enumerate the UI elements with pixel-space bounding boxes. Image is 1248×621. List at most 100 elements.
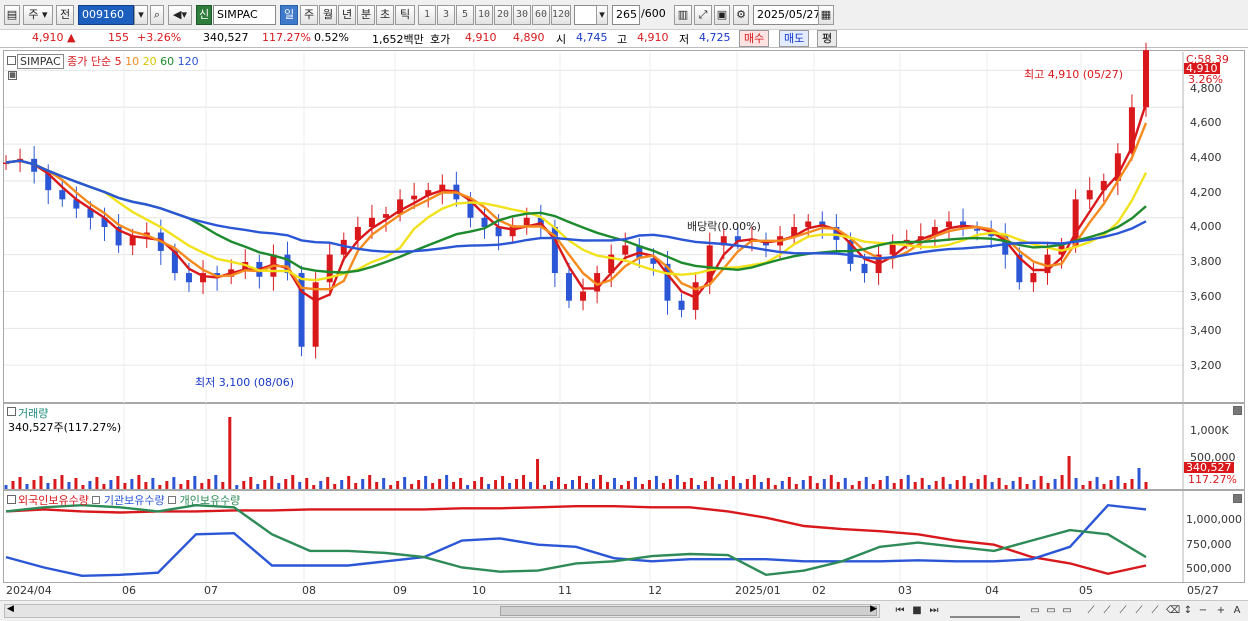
layout-1-icon[interactable]: ▭ bbox=[1028, 604, 1042, 618]
legend-stock-name[interactable]: SIMPAC bbox=[17, 54, 64, 69]
ask-price: 4,910 bbox=[465, 31, 497, 44]
text-tool-icon[interactable]: A bbox=[1230, 604, 1244, 618]
draw-tool-5-icon[interactable]: ⟋ bbox=[1148, 604, 1162, 618]
period-day-tab[interactable]: 일 bbox=[280, 5, 298, 25]
x-label: 06 bbox=[122, 584, 136, 597]
volume-pane-menu-icon[interactable] bbox=[7, 407, 16, 416]
stock-code-input[interactable]: 009160 bbox=[78, 5, 134, 25]
volume-value-label: 340,527주(117.27%) bbox=[8, 421, 122, 434]
price-legend: SIMPAC 종가 단순 5 10 20 60 120 bbox=[17, 53, 199, 69]
interval-120-button[interactable]: 120 bbox=[551, 5, 571, 25]
legend-ma-10[interactable]: 10 bbox=[125, 55, 139, 68]
layout-3-icon[interactable]: ▭ bbox=[1060, 604, 1074, 618]
low-annotation: 최저 3,100 (08/06) bbox=[195, 376, 295, 389]
holdings-pane-close-icon[interactable] bbox=[1233, 494, 1242, 503]
interval-30-button[interactable]: 30 bbox=[513, 5, 531, 25]
grid-toggle-icon[interactable]: ▦ bbox=[8, 71, 17, 80]
volume-pane-close-icon[interactable] bbox=[1233, 406, 1242, 415]
layout-2-icon[interactable]: ▭ bbox=[1044, 604, 1058, 618]
legend-individual[interactable]: 개인보유수량 bbox=[180, 494, 241, 507]
draw-tool-3-icon[interactable]: ⟋ bbox=[1116, 604, 1130, 618]
holdings-pane-menu-icon[interactable] bbox=[7, 495, 16, 504]
legend-institution[interactable]: 기관보유수량 bbox=[104, 494, 165, 507]
draw-tool-1-icon[interactable]: ⟋ bbox=[1084, 604, 1098, 618]
buy-button[interactable]: 매수 bbox=[739, 30, 770, 47]
x-label: 12 bbox=[648, 584, 662, 597]
market-badge: 신 bbox=[196, 5, 212, 25]
market-select[interactable]: 주 ▾ bbox=[23, 5, 53, 25]
count-input[interactable]: 265 bbox=[612, 5, 640, 25]
interval-dropdown-icon[interactable]: ▾ bbox=[596, 5, 608, 25]
zoom-out-icon[interactable]: − bbox=[1196, 604, 1210, 618]
up-arrow-icon: ▲ bbox=[67, 31, 76, 44]
period-week-tab[interactable]: 주 bbox=[300, 5, 318, 25]
first-page-icon[interactable]: ⏮ bbox=[893, 604, 907, 618]
legend-ma-120[interactable]: 120 bbox=[178, 55, 199, 68]
code-dropdown-icon[interactable]: ▾ bbox=[134, 5, 148, 25]
period-tick-tab[interactable]: 틱 bbox=[395, 5, 415, 25]
x-label: 11 bbox=[558, 584, 572, 597]
scroll-right-icon[interactable]: ▶ bbox=[870, 604, 877, 614]
interval-3-button[interactable]: 3 bbox=[437, 5, 455, 25]
sell-button[interactable]: 매도 bbox=[779, 30, 810, 47]
draw-tool-2-icon[interactable]: ⟋ bbox=[1100, 604, 1114, 618]
legend-ma-5[interactable]: 5 bbox=[115, 55, 122, 68]
hold-y-tick: 750,000 bbox=[1186, 538, 1232, 551]
candle-type-icon[interactable]: ▥ bbox=[674, 5, 692, 25]
y-tick: 4,000 bbox=[1190, 220, 1222, 233]
bottom-bar: ◀ ▶ ⏮ ■ ⏭ ▭ ▭ ▭ ⟋ ⟋ ⟋ ⟋ ⟋ ⌫ ↕ − + A bbox=[0, 600, 1248, 621]
interval-60-button[interactable]: 60 bbox=[532, 5, 550, 25]
speaker-icon[interactable]: ◀▾ bbox=[168, 5, 192, 25]
save-icon[interactable]: ▣ bbox=[714, 5, 730, 25]
date-input[interactable]: 2025/05/27 bbox=[753, 5, 820, 25]
calendar-icon[interactable]: ▦ bbox=[818, 5, 834, 25]
y-tick: 4,400 bbox=[1190, 151, 1222, 164]
chart-tools-icon[interactable]: ⤢ bbox=[694, 5, 712, 25]
interval-20-button[interactable]: 20 bbox=[494, 5, 512, 25]
zoom-slider[interactable] bbox=[950, 604, 1020, 618]
open-label: 시 bbox=[556, 33, 567, 46]
scroll-thumb[interactable] bbox=[500, 606, 877, 616]
window-menu-icon[interactable]: ▤ bbox=[4, 5, 20, 25]
scroll-left-icon[interactable]: ◀ bbox=[7, 604, 14, 614]
period-minute-tab[interactable]: 분 bbox=[357, 5, 375, 25]
period-second-tab[interactable]: 초 bbox=[376, 5, 394, 25]
settings-gear-icon[interactable]: ⚙ bbox=[733, 5, 749, 25]
current-price: 4,910 bbox=[32, 31, 64, 44]
x-label: 05 bbox=[1079, 584, 1093, 597]
stop-icon[interactable]: ■ bbox=[910, 604, 924, 618]
trade-amount: 1,652백만 bbox=[372, 33, 424, 46]
hold-y-tick: 1,000,000 bbox=[1186, 513, 1242, 526]
volume-value: 340,527 bbox=[203, 31, 249, 44]
y-tick: 4,200 bbox=[1190, 186, 1222, 199]
y-tick: 3,400 bbox=[1190, 324, 1222, 337]
x-label: 03 bbox=[898, 584, 912, 597]
interval-5-button[interactable]: 5 bbox=[456, 5, 474, 25]
erase-icon[interactable]: ⌫ bbox=[1166, 604, 1180, 618]
high-price: 4,910 bbox=[637, 31, 669, 44]
x-label: 10 bbox=[472, 584, 486, 597]
last-page-icon[interactable]: ⏭ bbox=[927, 604, 941, 618]
zoom-in-icon[interactable]: + bbox=[1214, 604, 1228, 618]
stock-name-field[interactable]: SIMPAC bbox=[213, 5, 276, 25]
prev-button[interactable]: 전 bbox=[56, 5, 74, 25]
x-label: 04 bbox=[985, 584, 999, 597]
x-label: 02 bbox=[812, 584, 826, 597]
search-icon[interactable]: ⌕ bbox=[150, 5, 164, 25]
period-month-tab[interactable]: 월 bbox=[319, 5, 337, 25]
interval-10-button[interactable]: 10 bbox=[475, 5, 493, 25]
legend-ma-20[interactable]: 20 bbox=[143, 55, 157, 68]
eval-button[interactable]: 평 bbox=[817, 30, 838, 47]
legend-ma-60[interactable]: 60 bbox=[160, 55, 174, 68]
legend-ma-type: 종가 단순 bbox=[67, 55, 112, 68]
period-year-tab[interactable]: 년 bbox=[338, 5, 356, 25]
interval-1-button[interactable]: 1 bbox=[418, 5, 436, 25]
legend-foreign[interactable]: 외국인보유수량 bbox=[18, 494, 89, 507]
draw-tool-4-icon[interactable]: ⟋ bbox=[1132, 604, 1146, 618]
y-tick: 3,800 bbox=[1190, 255, 1222, 268]
price-pane-menu-icon[interactable] bbox=[7, 56, 16, 65]
count-max-label: /600 bbox=[641, 7, 666, 20]
open-price: 4,745 bbox=[576, 31, 608, 44]
move-icon[interactable]: ↕ bbox=[1181, 604, 1195, 618]
horizontal-scrollbar[interactable]: ◀ ▶ bbox=[4, 604, 880, 618]
